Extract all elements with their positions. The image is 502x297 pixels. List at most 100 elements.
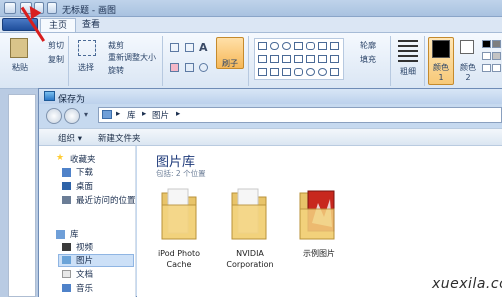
callout-rect-shape-icon[interactable] bbox=[294, 68, 303, 76]
ribbon-separator bbox=[390, 36, 391, 86]
oval-shape-icon[interactable] bbox=[282, 42, 291, 50]
palette-white-swatch[interactable] bbox=[482, 52, 491, 60]
cut-button[interactable]: 剪切 bbox=[48, 40, 64, 51]
address-sep-1: ▸ bbox=[116, 109, 121, 119]
nav-pictures[interactable]: 图片 bbox=[76, 255, 93, 267]
nav-videos[interactable]: 视频 bbox=[76, 242, 93, 254]
callout-cloud-shape-icon[interactable] bbox=[318, 68, 327, 76]
nav-libraries[interactable]: 库 bbox=[70, 229, 79, 241]
nav-music[interactable]: 音乐 bbox=[76, 283, 93, 295]
nav-downloads[interactable]: 下载 bbox=[76, 167, 93, 179]
nav-favorites[interactable]: 收藏夹 bbox=[70, 154, 96, 166]
palette-lightgray-swatch[interactable] bbox=[492, 52, 501, 60]
crop-button[interactable]: 裁剪 bbox=[108, 40, 124, 51]
polygon-shape-icon[interactable] bbox=[318, 42, 327, 50]
heart-shape-icon[interactable] bbox=[330, 68, 339, 76]
line-shape-icon[interactable] bbox=[258, 42, 267, 50]
star6-shape-icon[interactable] bbox=[282, 68, 291, 76]
ribbon-separator bbox=[68, 36, 69, 86]
rounded-rect-shape-icon[interactable] bbox=[306, 42, 315, 50]
outline-dropdown[interactable]: 轮廓 bbox=[360, 40, 376, 51]
drawing-canvas[interactable] bbox=[8, 94, 36, 297]
folder-ipod-photo-cache[interactable] bbox=[160, 183, 198, 243]
back-button[interactable] bbox=[46, 108, 62, 124]
documents-icon bbox=[62, 270, 71, 278]
arrow-left-shape-icon[interactable] bbox=[306, 55, 315, 63]
thickness-icon[interactable] bbox=[398, 40, 418, 62]
rotate-button[interactable]: 旋转 bbox=[108, 65, 124, 76]
address-crumb-pictures[interactable]: 图片 bbox=[152, 109, 169, 121]
folder-icon bbox=[231, 188, 267, 240]
nav-desktop[interactable]: 桌面 bbox=[76, 181, 93, 193]
folder-label: 示例图片 bbox=[303, 249, 335, 258]
resize-button[interactable]: 重新调整大小 bbox=[108, 52, 156, 63]
forward-button[interactable] bbox=[64, 108, 80, 124]
copy-button[interactable]: 复制 bbox=[48, 54, 64, 65]
paste-icon[interactable] bbox=[10, 38, 28, 58]
arrow-right-shape-icon[interactable] bbox=[294, 55, 303, 63]
ribbon-separator bbox=[162, 36, 163, 86]
arrow-up-shape-icon[interactable] bbox=[318, 55, 327, 63]
tab-view[interactable]: 查看 bbox=[74, 18, 108, 32]
text-tool-icon[interactable]: A bbox=[199, 41, 208, 54]
palette-black-swatch[interactable] bbox=[482, 40, 491, 48]
fill-dropdown[interactable]: 填充 bbox=[360, 54, 376, 65]
folder-sample-pictures[interactable] bbox=[298, 183, 340, 243]
videos-icon bbox=[62, 243, 71, 251]
select-label[interactable]: 选择 bbox=[78, 62, 94, 73]
recent-pages-chevron-icon[interactable]: ▾ bbox=[84, 110, 88, 119]
desktop-icon bbox=[62, 182, 71, 190]
curve-shape-icon[interactable] bbox=[270, 42, 279, 50]
folder-nvidia-corporation[interactable] bbox=[230, 183, 268, 243]
color2-swatch[interactable] bbox=[460, 40, 474, 54]
dialog-title-bar bbox=[39, 89, 502, 104]
arrow-down-shape-icon[interactable] bbox=[330, 55, 339, 63]
star4-shape-icon[interactable] bbox=[258, 68, 267, 76]
library-small-icon bbox=[102, 110, 112, 119]
pictures-icon bbox=[62, 256, 71, 264]
ribbon bbox=[0, 33, 502, 89]
recent-places-icon bbox=[62, 196, 71, 204]
thickness-label[interactable]: 粗细 bbox=[400, 66, 416, 77]
folder-label: iPod Photo Cache bbox=[157, 249, 201, 269]
hexagon-shape-icon[interactable] bbox=[282, 55, 291, 63]
diamond-shape-icon[interactable] bbox=[258, 55, 267, 63]
color-picker-icon[interactable] bbox=[185, 63, 194, 72]
eraser-icon[interactable] bbox=[170, 63, 179, 72]
music-icon bbox=[62, 284, 71, 292]
paint-dialog-icon bbox=[44, 91, 55, 101]
libraries-icon bbox=[56, 230, 65, 239]
ribbon-separator bbox=[248, 36, 249, 86]
color2-label[interactable]: 颜色 2 bbox=[460, 62, 476, 82]
address-crumb-library[interactable]: 库 bbox=[127, 109, 136, 121]
nav-documents[interactable]: 文档 bbox=[76, 269, 93, 281]
tab-home[interactable]: 主页 bbox=[40, 18, 77, 32]
folder-icon bbox=[299, 190, 335, 240]
redo-icon[interactable] bbox=[47, 2, 57, 14]
paste-label[interactable]: 粘贴 bbox=[12, 62, 28, 73]
callout-oval-shape-icon[interactable] bbox=[306, 68, 315, 76]
watermark: xuexila.com bbox=[432, 276, 502, 292]
triangle-shape-icon[interactable] bbox=[330, 42, 339, 50]
library-subtitle[interactable]: 包括: 2 个位置 bbox=[156, 168, 206, 179]
brushes-label[interactable]: 刷子 bbox=[222, 58, 238, 69]
palette-empty-swatch[interactable] bbox=[492, 64, 501, 72]
address-sep-3: ▸ bbox=[176, 109, 181, 119]
rectangle-shape-icon[interactable] bbox=[294, 42, 303, 50]
nav-recent[interactable]: 最近访问的位置 bbox=[76, 195, 136, 207]
pencil-icon[interactable] bbox=[170, 43, 179, 52]
window-title: 无标题 - 画图 bbox=[62, 6, 116, 16]
new-folder-button[interactable]: 新建文件夹 bbox=[98, 132, 141, 144]
organize-button[interactable]: 组织 ▾ bbox=[58, 132, 82, 144]
paint-app-icon[interactable] bbox=[4, 2, 16, 14]
palette-empty-swatch[interactable] bbox=[482, 64, 491, 72]
downloads-icon bbox=[62, 168, 71, 177]
magnifier-icon[interactable] bbox=[199, 63, 208, 72]
star5-shape-icon[interactable] bbox=[270, 68, 279, 76]
color1-swatch bbox=[432, 40, 450, 58]
pentagon-shape-icon[interactable] bbox=[270, 55, 279, 63]
select-icon[interactable] bbox=[78, 40, 96, 56]
fill-bucket-icon[interactable] bbox=[185, 43, 194, 52]
color1-label: 颜色 1 bbox=[433, 63, 449, 82]
palette-gray-swatch[interactable] bbox=[492, 40, 501, 48]
